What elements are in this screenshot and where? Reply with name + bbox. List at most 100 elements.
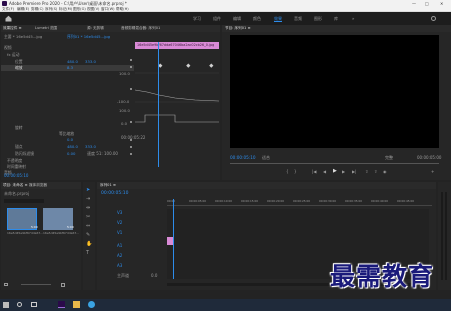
position-x-value[interactable]: 480.0 <box>67 60 78 64</box>
track-label-v2[interactable]: V2 <box>117 221 122 225</box>
timeline-playhead[interactable] <box>173 199 174 279</box>
opacity-label[interactable]: 不透明度 <box>7 159 22 163</box>
track-label-a3[interactable]: A3 <box>117 264 122 268</box>
workspace-effects[interactable]: 效果 <box>274 16 282 22</box>
premiere-taskbar-icon[interactable] <box>58 301 65 308</box>
rotation-value[interactable]: 0.0 <box>67 138 73 142</box>
menu-sequence[interactable]: 序列(S) <box>45 7 57 12</box>
menu-view[interactable]: 视图(V) <box>87 7 99 12</box>
maximize-button[interactable]: □ <box>425 1 429 6</box>
menu-file[interactable]: 文件(F) <box>2 7 14 12</box>
track-label-a2[interactable]: A2 <box>117 254 122 258</box>
browser-taskbar-icon[interactable] <box>88 301 95 308</box>
search-taskbar-icon[interactable] <box>17 302 22 307</box>
motion-effect-label[interactable]: fx 运动 <box>7 53 19 57</box>
program-timecode[interactable]: 00:00:05:10 <box>230 155 256 160</box>
program-quality-select[interactable]: 完整 <box>385 156 393 160</box>
workspace-graphics[interactable]: 图形 <box>314 16 322 21</box>
pen-tool-icon[interactable]: ✎ <box>86 233 90 238</box>
menu-clip[interactable]: 剪辑(C) <box>31 7 44 12</box>
position-y-value[interactable]: 333.0 <box>85 60 96 64</box>
program-scrubber[interactable] <box>230 163 439 164</box>
workspace-audio[interactable]: 音频 <box>294 16 302 21</box>
home-icon[interactable] <box>5 15 12 22</box>
workspace-assembly[interactable]: 组件 <box>213 16 221 21</box>
value-graph[interactable] <box>134 63 220 130</box>
ripple-edit-icon[interactable]: ⇹ <box>86 206 90 211</box>
search-icon[interactable] <box>431 16 436 21</box>
workspace-learn[interactable]: 学习 <box>193 16 201 21</box>
program-fit-select[interactable]: 适合 <box>262 156 270 160</box>
tab-lumetri-scopes[interactable]: Lumetri 范围 <box>35 26 57 31</box>
keyframe-clip-bar[interactable]: 16e5d45e9bf67dda67046ba2ac02cb26_0.jpg <box>135 42 219 49</box>
master-clip-label[interactable]: 主要 * 16e5d45...jpg <box>4 35 42 39</box>
add-keyframe-icon[interactable] <box>130 88 133 91</box>
menu-graphics[interactable]: 图形(G) <box>73 7 86 12</box>
slip-tool-icon[interactable]: ⇔ <box>86 224 90 229</box>
track-label-v3[interactable]: V3 <box>117 211 122 215</box>
project-search-input[interactable] <box>4 199 44 203</box>
export-frame-icon[interactable]: ◉ <box>383 170 387 174</box>
add-keyframe-icon[interactable] <box>130 59 133 62</box>
menu-edit[interactable]: 编辑(E) <box>17 7 29 12</box>
list-view-icon[interactable] <box>4 283 8 286</box>
extract-icon[interactable]: ⇪ <box>374 170 377 174</box>
type-tool-icon[interactable]: T <box>86 251 89 256</box>
add-keyframe-icon[interactable] <box>130 66 133 69</box>
master-track-value[interactable]: 0.0 <box>151 274 157 278</box>
workspace-editing[interactable]: 编辑 <box>233 16 241 21</box>
go-to-out-icon[interactable]: ▶| <box>352 170 356 174</box>
workspace-more-icon[interactable]: » <box>352 16 354 21</box>
razor-tool-icon[interactable]: ✂ <box>86 215 90 220</box>
add-button-icon[interactable]: + <box>431 170 434 174</box>
taskview-icon[interactable] <box>31 302 37 307</box>
add-keyframe-icon[interactable] <box>130 146 133 149</box>
timeline-timecode[interactable]: 00:00:05:10 <box>101 191 128 197</box>
step-back-icon[interactable]: ◀ <box>323 170 326 174</box>
playhead-line[interactable] <box>158 42 159 167</box>
menu-marker[interactable]: 标记(M) <box>59 7 72 12</box>
timeline-ruler[interactable]: 00:00 00:00:05:00 00:00:10:00 00:00:15:0… <box>167 199 432 206</box>
zoom-slider[interactable] <box>21 284 51 285</box>
track-label-a1[interactable]: A1 <box>117 244 122 248</box>
time-remap-label[interactable]: 时间重映射 <box>7 165 26 169</box>
tab-source[interactable]: 源: 无剪辑 <box>87 26 104 31</box>
play-icon[interactable]: ▶ <box>333 169 337 174</box>
lift-icon[interactable]: ⇧ <box>365 170 368 174</box>
tab-sequence[interactable]: 序列01 ≡ <box>100 183 116 188</box>
go-to-in-icon[interactable]: |◀ <box>312 170 316 174</box>
program-video-frame[interactable] <box>230 35 439 148</box>
menu-window[interactable]: 窗口(W) <box>101 7 115 12</box>
keyframe-marker[interactable] <box>209 63 214 68</box>
add-keyframe-icon[interactable] <box>130 153 133 156</box>
hand-tool-icon[interactable]: ✋ <box>86 242 92 247</box>
keyframe-marker[interactable] <box>158 63 163 68</box>
track-label-v1[interactable]: V1 <box>117 231 122 235</box>
folder-taskbar-icon[interactable] <box>73 301 80 308</box>
antiflicker-value[interactable]: 0.00 <box>67 152 75 156</box>
minimize-button[interactable]: — <box>412 1 416 6</box>
new-item-icon[interactable] <box>61 283 65 287</box>
selection-tool-icon[interactable]: ➤ <box>86 188 90 193</box>
sequence-clip-label[interactable]: 序列01 * 16e5d45...jpg <box>67 35 110 39</box>
workspace-color[interactable]: 颜色 <box>253 16 261 21</box>
menu-help[interactable]: 帮助(H) <box>116 7 129 12</box>
workspace-libraries[interactable]: 库 <box>334 16 338 21</box>
mark-in-icon[interactable]: { <box>286 170 289 174</box>
step-forward-icon[interactable]: ▶ <box>342 170 345 174</box>
anchor-y-value[interactable]: 333.0 <box>85 145 96 149</box>
tab-effect-controls[interactable]: 效果控件 ≡ <box>3 26 22 31</box>
tab-audio-mixer[interactable]: 音频剪辑混合器: 序列01 <box>121 26 160 31</box>
anchor-x-value[interactable]: 480.0 <box>67 145 78 149</box>
tab-project[interactable]: 项目: 未命名 ≡ <box>3 183 27 188</box>
keyframe-marker[interactable] <box>186 63 191 68</box>
tab-media-browser[interactable]: 媒体浏览器 <box>29 183 47 188</box>
mark-out-icon[interactable]: } <box>294 170 297 174</box>
tab-program[interactable]: 节目: 序列01 ≡ <box>225 26 250 31</box>
effect-controls-timecode[interactable]: 00:00:05:10 <box>4 174 28 178</box>
start-button-icon[interactable] <box>3 302 9 308</box>
add-keyframe-icon[interactable] <box>130 121 133 124</box>
scale-value[interactable]: 8.3 <box>67 66 73 70</box>
close-button[interactable]: ✕ <box>440 1 443 6</box>
track-select-icon[interactable]: ⇥ <box>86 197 90 202</box>
